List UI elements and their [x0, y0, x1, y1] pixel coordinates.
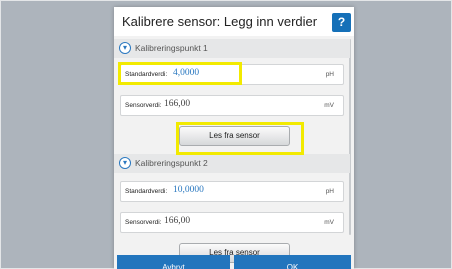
help-button[interactable]: ? — [332, 13, 351, 32]
highlight-standard-value — [118, 62, 242, 85]
cancel-button[interactable]: Avbryt — [117, 255, 230, 269]
sensor-value-field-1[interactable]: Sensorverdi: 166,00 mV — [120, 95, 344, 116]
sensor-value-field-2[interactable]: Sensorverdi: 166,00 mV — [120, 212, 344, 233]
section-label: Kalibreringspunkt 1 — [135, 43, 208, 53]
scrollbar[interactable] — [349, 39, 351, 235]
chevron-down-icon: ▾ — [119, 42, 131, 54]
standard-unit: pH — [325, 71, 334, 78]
standard-value-label: Standardverdi: — [125, 188, 168, 195]
section-label: Kalibreringspunkt 2 — [135, 158, 208, 168]
chevron-down-icon: ▾ — [119, 157, 131, 169]
sensor-value: 166,00 — [164, 99, 191, 109]
ok-button[interactable]: OK — [234, 255, 351, 269]
sensor-value-label: Sensorverdi: — [125, 102, 162, 109]
sensor-unit: mV — [324, 102, 334, 109]
help-icon: ? — [337, 15, 346, 29]
sensor-value: 166,00 — [164, 216, 191, 226]
standard-value: 10,0000 — [173, 185, 204, 195]
section-header-point-1[interactable]: ▾ Kalibreringspunkt 1 — [114, 39, 350, 58]
dialog-title: Kalibrere sensor: Legg inn verdier — [122, 14, 318, 29]
sensor-unit: mV — [324, 219, 334, 226]
section-header-point-2[interactable]: ▾ Kalibreringspunkt 2 — [114, 154, 350, 173]
standard-value-field-2[interactable]: Standardverdi: 10,0000 pH — [120, 181, 344, 202]
dialog-header: Kalibrere sensor: Legg inn verdier ? — [114, 7, 354, 36]
sensor-value-label: Sensorverdi: — [125, 219, 162, 226]
standard-unit: pH — [325, 188, 334, 195]
highlight-read-button — [176, 122, 304, 155]
